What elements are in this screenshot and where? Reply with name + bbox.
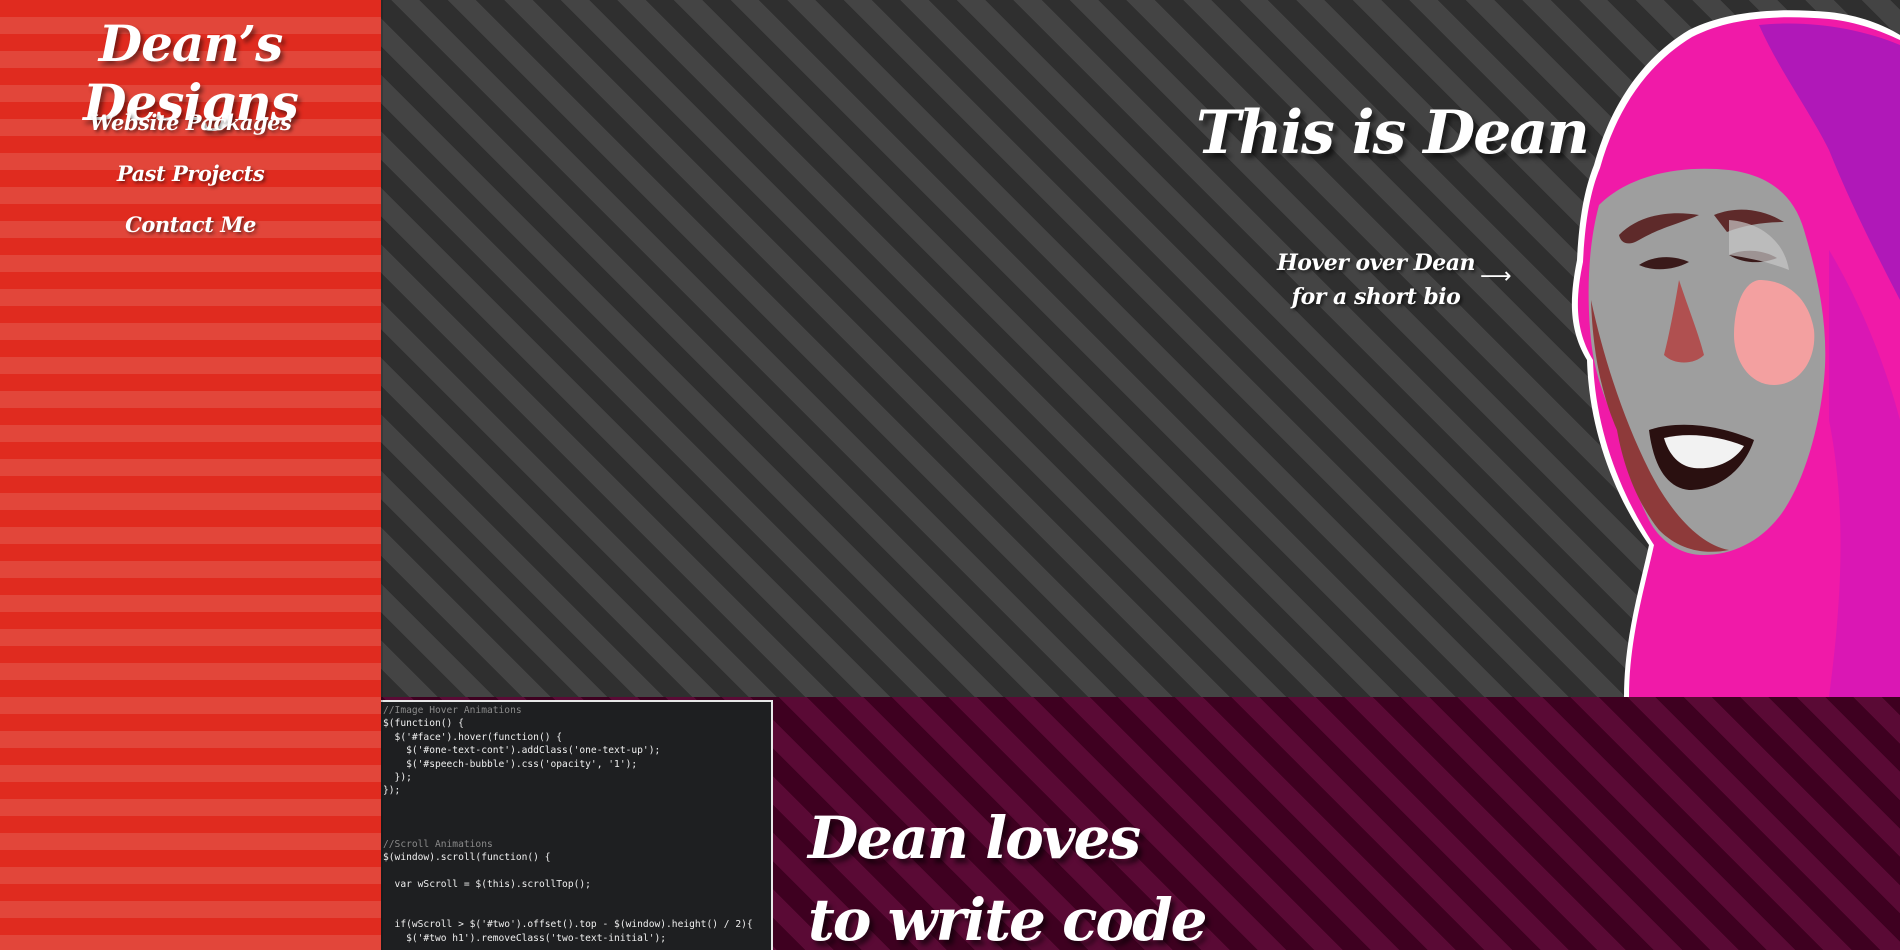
hover-hint-line2: for a short bio — [1291, 284, 1461, 310]
code-line: $('#one-text-cont').addClass('one-text-u… — [383, 745, 661, 757]
code-section-title-line2: to write code — [808, 886, 1208, 950]
code-line: var wScroll = $(this).scrollTop(); — [383, 879, 591, 891]
code-line: //Image Hover Animations — [383, 705, 522, 716]
code-line: $(function() { — [383, 718, 464, 730]
code-line: //Scroll Animations — [383, 838, 493, 850]
code-screenshot: //Image Hover Animations $(function() { … — [381, 700, 773, 950]
nav-item-contact-me: Contact Me — [0, 212, 381, 263]
code-section: //Image Hover Animations $(function() { … — [381, 697, 1900, 950]
code-line: $('#speech-bubble').css('opacity', '1'); — [383, 758, 638, 770]
sidebar: Dean’s Designs Website Packages Past Pro… — [0, 0, 381, 950]
main-nav: Website Packages Past Projects Contact M… — [0, 110, 381, 263]
right-arrow-icon: ⟶ — [1480, 264, 1512, 289]
code-line: }); — [383, 771, 412, 783]
code-line: }); — [383, 785, 401, 797]
code-line: if(wScroll > $('#two').offset().top - $(… — [383, 919, 753, 931]
hover-hint-line1: Hover over Dean — [1276, 250, 1476, 276]
code-line: $('#two h1').removeClass('two-text-initi… — [383, 932, 667, 944]
dean-photo[interactable] — [1529, 0, 1900, 697]
nav-item-website-packages: Website Packages — [0, 110, 381, 161]
code-line: $(window).scroll(function() { — [383, 852, 551, 864]
code-section-title: Dean loves to write code — [808, 797, 1208, 950]
nav-link-contact-me[interactable]: Contact Me — [125, 212, 256, 237]
code-line: $('#face').hover(function() { — [383, 731, 563, 743]
nav-link-past-projects[interactable]: Past Projects — [117, 161, 265, 186]
code-section-title-line1: Dean loves — [808, 804, 1141, 872]
nav-link-website-packages[interactable]: Website Packages — [90, 110, 292, 135]
hero-section: This is Dean Hover over Dean for a short… — [381, 0, 1900, 697]
hover-hint: Hover over Dean for a short bio — [1276, 246, 1476, 314]
nav-item-past-projects: Past Projects — [0, 161, 381, 212]
